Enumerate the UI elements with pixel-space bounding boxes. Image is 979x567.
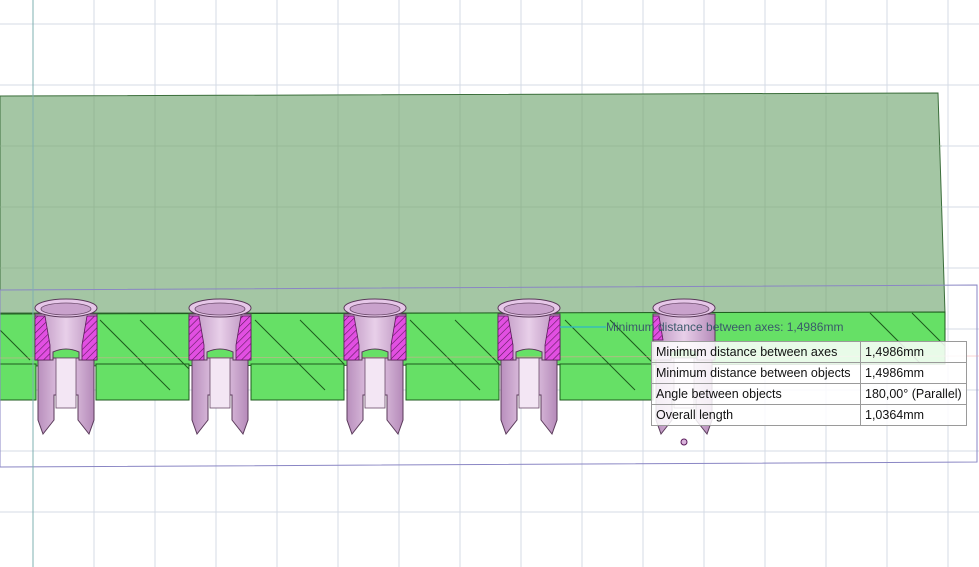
table-row: Overall length 1,0364mm xyxy=(651,404,967,426)
row-value: 1,4986mm xyxy=(860,362,967,384)
dimension-annotation: Minimum distance between axes: 1,4986mm xyxy=(606,320,844,334)
table-row: Angle between objects 180,00° (Parallel) xyxy=(651,383,967,405)
pin[interactable] xyxy=(343,298,407,436)
top-face[interactable] xyxy=(0,92,946,314)
pin[interactable] xyxy=(34,298,98,436)
row-value: 180,00° (Parallel) xyxy=(860,383,967,405)
table-row: Minimum distance between axes 1,4986mm xyxy=(651,341,967,363)
row-label: Minimum distance between axes xyxy=(651,341,861,363)
pin[interactable] xyxy=(188,298,252,436)
row-label: Overall length xyxy=(651,404,861,426)
measurement-table: Minimum distance between axes 1,4986mm M… xyxy=(651,341,967,426)
row-label: Angle between objects xyxy=(651,383,861,405)
pin[interactable] xyxy=(497,298,561,436)
row-value: 1,4986mm xyxy=(860,341,967,363)
measure-point-marker[interactable] xyxy=(680,438,688,446)
row-label: Minimum distance between objects xyxy=(651,362,861,384)
cad-viewport[interactable] xyxy=(0,0,979,567)
row-value: 1,0364mm xyxy=(860,404,967,426)
table-row: Minimum distance between objects 1,4986m… xyxy=(651,362,967,384)
